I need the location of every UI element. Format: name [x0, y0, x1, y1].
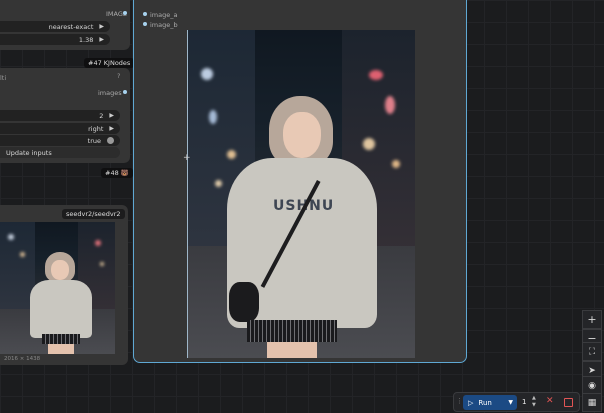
cursor-crosshair-icon: + — [183, 153, 191, 163]
input-dot-image-b[interactable] — [143, 22, 147, 26]
image-scale-node[interactable]: IMAGE nearest-exact ▶ 1.38 ▶ — [0, 0, 130, 50]
widget-direction[interactable]: right ▶ — [0, 123, 120, 134]
scale-by-widget[interactable]: 1.38 ▶ — [0, 34, 110, 45]
run-button[interactable]: ▷ Run ▼ — [463, 395, 517, 410]
arrow-right-icon: ▶ — [109, 112, 114, 119]
fit-view-button[interactable]: ⛶ — [582, 342, 602, 361]
toggle-knob-icon — [107, 137, 114, 144]
chevron-down-icon: ▼ — [508, 399, 513, 406]
node-badge: #48 🐻 — [101, 168, 133, 178]
upscale-method-widget[interactable]: nearest-exact ▶ — [0, 21, 110, 32]
minimap-button[interactable]: ▦ — [582, 393, 602, 412]
graph-canvas[interactable]: IMAGE nearest-exact ▶ 1.38 ▶ #47 KJNodes… — [0, 0, 604, 413]
input-dot-image-a[interactable] — [143, 12, 147, 16]
output-dot[interactable] — [123, 90, 127, 94]
compare-slider-line[interactable] — [187, 30, 188, 358]
stepper-icon[interactable]: ▲ ▼ — [532, 395, 536, 409]
input-label-image-a: image_a — [150, 11, 178, 19]
stop-button[interactable] — [564, 398, 573, 407]
node-title: lti — [0, 74, 7, 82]
preview-photo — [0, 222, 115, 354]
widget-toggle[interactable]: true — [0, 135, 120, 146]
output-dot[interactable] — [123, 11, 127, 15]
preview-image-node[interactable]: seedvr2/seedvr2 2016 × 1438 — [0, 205, 128, 365]
node-badge: #47 KJNodes — [84, 58, 135, 68]
arrow-right-icon: ▶ — [109, 125, 114, 132]
image-concat-node[interactable]: lti ? images 2 ▶ right ▶ true Update inp… — [0, 68, 130, 163]
arrow-right-icon: ▶ — [99, 23, 104, 30]
update-inputs-button[interactable]: Update inputs — [0, 147, 120, 158]
input-label-image-b: image_b — [150, 21, 178, 29]
arrow-right-icon: ▶ — [99, 36, 104, 43]
path-badge: seedvr2/seedvr2 — [62, 209, 125, 219]
comparison-photo[interactable]: USHNU — [187, 30, 415, 358]
run-toolbar: ⋮ ▷ Run ▼ 1 ▲ ▼ ✕ — [453, 392, 580, 412]
widget-count[interactable]: 2 ▶ — [0, 110, 120, 121]
image-dimensions: 2016 × 1438 — [4, 356, 41, 362]
zoom-in-button[interactable]: + — [582, 310, 602, 329]
output-label: images — [98, 89, 122, 97]
drag-handle-icon[interactable]: ⋮ — [456, 397, 463, 405]
help-icon[interactable]: ? — [117, 72, 120, 80]
queue-count-input[interactable]: 1 — [522, 398, 526, 406]
play-icon: ▷ — [468, 398, 474, 407]
cancel-button[interactable]: ✕ — [546, 396, 554, 406]
